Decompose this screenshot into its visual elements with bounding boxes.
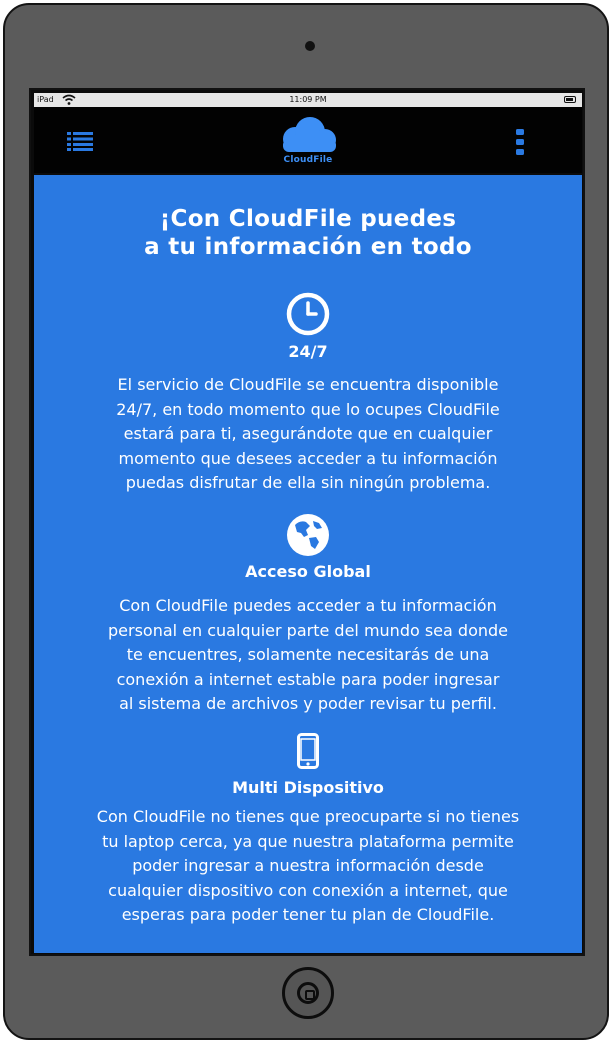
headline-line-1: ¡Con CloudFile puedes <box>159 206 457 232</box>
section-title-24-7: 24/7 <box>288 342 328 361</box>
section-text-24-7: El servicio de CloudFile se encuentra di… <box>56 373 560 496</box>
page-title: ¡Con CloudFile puedes a tu información e… <box>34 205 582 261</box>
globe-icon <box>287 514 329 556</box>
text-line: cualquier dispositivo con conexión a int… <box>108 880 508 900</box>
logo-text: CloudFile <box>283 155 333 165</box>
text-line: al sistema de archivos y poder revisar t… <box>119 694 497 713</box>
section-text-multi-dispositivo: Con CloudFile no tienes que preocuparte … <box>56 805 560 928</box>
section-text-acceso-global: Con CloudFile puedes acceder a tu inform… <box>56 594 560 717</box>
text-line: El servicio de CloudFile se encuentra di… <box>117 375 499 394</box>
headline-line-2: a tu información en todo <box>144 234 472 260</box>
mobile-phone-icon <box>297 733 319 769</box>
text-line: personal en cualquier parte del mundo se… <box>107 620 508 640</box>
menu-icon[interactable] <box>67 131 93 151</box>
text-line: 24/7, en todo momento que lo ocupes Clou… <box>116 399 500 419</box>
text-line: Con CloudFile no tienes que preocuparte … <box>96 807 520 826</box>
text-line: momento que desees acceder a tu informac… <box>118 448 498 468</box>
status-bar: iPad 11:09 PM <box>34 93 582 107</box>
cloudfile-logo[interactable]: CloudFile <box>274 115 342 169</box>
battery-icon <box>564 96 576 103</box>
cloud-logo-icon <box>283 117 336 152</box>
home-button-ring <box>297 982 319 1004</box>
text-line: te encuentres, solamente necesitarás de … <box>126 645 490 664</box>
section-title-multi-dispositivo: Multi Dispositivo <box>232 778 384 797</box>
text-line: tu laptop cerca, ya que nuestra platafor… <box>102 831 514 851</box>
status-time: 11:09 PM <box>289 95 327 104</box>
text-line: puedas disfrutar de ella sin ningún prob… <box>125 473 491 492</box>
text-line: Con CloudFile puedes acceder a tu inform… <box>119 596 497 615</box>
main-content: ¡Con CloudFile puedes a tu información e… <box>34 175 582 953</box>
top-navbar: CloudFile <box>34 107 582 173</box>
camera-dot <box>305 41 315 51</box>
clock-icon <box>286 292 330 336</box>
text-line: poder ingresar a nuestra información des… <box>132 856 484 875</box>
text-line: estará para ti, asegurándote que en cual… <box>123 424 493 443</box>
text-line: conexión a internet estable para poder i… <box>116 669 500 689</box>
more-vertical-icon[interactable] <box>516 129 524 155</box>
home-square-icon <box>305 990 315 1000</box>
home-button[interactable] <box>282 967 334 1019</box>
section-title-acceso-global: Acceso Global <box>245 562 371 581</box>
text-line: esperas para poder tener tu plan de Clou… <box>121 905 495 924</box>
